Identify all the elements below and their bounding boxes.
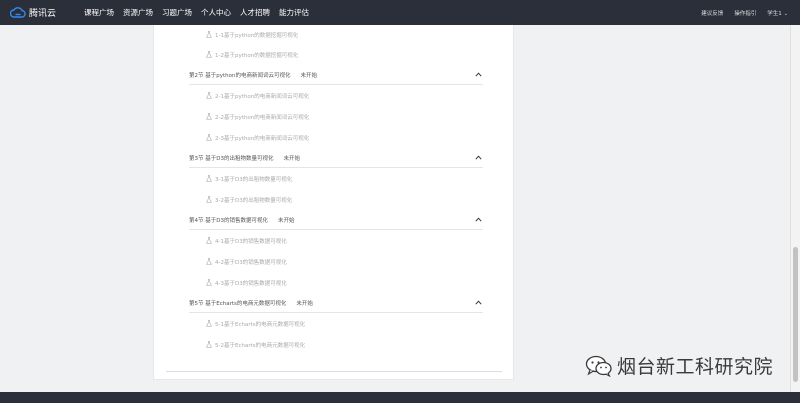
chapter-status: 未开始	[300, 72, 318, 79]
lesson-item[interactable]: 3-1基于D3的出租物数量可视化	[206, 168, 513, 189]
chapter-title: 第3节 基于D3的出租物数量可视化	[189, 155, 274, 162]
lesson-item[interactable]: 4-3基于D3的销售数据可视化	[206, 272, 513, 293]
chapter-title: 第2节 基于python的电商新闻词云可视化	[189, 72, 291, 79]
flask-icon	[206, 31, 212, 38]
chevron-up-icon[interactable]	[473, 70, 483, 80]
flask-icon	[206, 341, 212, 348]
lesson-label: 4-1基于D3的销售数据可视化	[215, 238, 287, 245]
chapter-header[interactable]: 第3节 基于D3的出租物数量可视化 未开始	[189, 148, 483, 168]
chapter-title: 第5节 基于Echarts的电商元数据可视化	[189, 300, 287, 307]
chapter-3: 第3节 基于D3的出租物数量可视化 未开始 3-1基于D3的出租物数量可视化 3…	[154, 148, 513, 210]
flask-icon	[206, 237, 212, 244]
chevron-up-icon[interactable]	[473, 215, 483, 225]
flask-icon	[206, 113, 212, 120]
lesson-label: 1-2基于python的数据挖掘可视化	[215, 52, 299, 59]
flask-icon	[206, 258, 212, 265]
nav-resource-plaza[interactable]: 资源广场	[123, 7, 153, 18]
flask-icon	[206, 320, 212, 327]
lesson-item[interactable]: 4-1基于D3的销售数据可视化	[206, 230, 513, 251]
lesson-label: 1-1基于python的数据挖掘可视化	[215, 32, 299, 39]
top-nav-bar: 腾讯云 课程广场 资源广场 习题广场 个人中心 人才招聘 能力评估 建议反馈 操…	[0, 0, 800, 25]
lesson-label: 2-3基于python的电商新闻词云可视化	[215, 135, 310, 142]
flask-icon	[206, 196, 212, 203]
chapter-4: 第4节 基于D3的销售数据可视化 未开始 4-1基于D3的销售数据可视化 4-2…	[154, 210, 513, 293]
chapter-title: 第4节 基于D3的销售数据可视化	[189, 217, 268, 224]
nav-talent-recruitment[interactable]: 人才招聘	[240, 7, 270, 18]
list-end-divider	[166, 371, 502, 372]
lesson-item[interactable]: 2-1基于python的电商新闻词云可视化	[206, 85, 513, 106]
chapter-status: 未开始	[296, 300, 313, 307]
lesson-label: 2-2基于python的电商新闻词云可视化	[215, 114, 310, 121]
wechat-icon	[585, 355, 612, 377]
lesson-item[interactable]: 2-2基于python的电商新闻词云可视化	[206, 106, 513, 127]
flask-icon	[206, 92, 212, 99]
watermark: 烟台新工科研究院	[585, 352, 773, 379]
lesson-item[interactable]: 4-2基于D3的销售数据可视化	[206, 251, 513, 272]
feedback-link[interactable]: 建议反馈	[701, 9, 723, 17]
chevron-down-icon: ⌄	[783, 10, 788, 17]
chapter-status: 未开始	[277, 217, 295, 224]
lesson-item[interactable]: 3-2基于D3的出租物数量可视化	[206, 189, 513, 210]
lesson-item[interactable]: 1-2基于python的数据挖掘可视化	[206, 44, 513, 65]
chapter-status: 未开始	[283, 155, 300, 162]
lesson-label: 5-1基于Echarts的电商元数据可视化	[215, 321, 306, 328]
user-menu[interactable]: 学生1 ⌄	[767, 9, 788, 17]
nav-ability-assessment[interactable]: 能力评估	[279, 7, 309, 18]
chevron-up-icon[interactable]	[473, 298, 483, 308]
lesson-label: 4-3基于D3的销售数据可视化	[215, 280, 287, 287]
lesson-item[interactable]: 5-1基于Echarts的电商元数据可视化	[206, 313, 513, 334]
logo-text: 腾讯云	[29, 9, 57, 19]
flask-icon	[206, 175, 212, 182]
chapter-header[interactable]: 第4节 基于D3的销售数据可视化 未开始	[189, 210, 483, 230]
guide-link[interactable]: 操作指引	[734, 9, 756, 17]
chapter-5: 第5节 基于Echarts的电商元数据可视化 未开始 5-1基于Echarts的…	[154, 293, 513, 355]
lesson-item[interactable]: 2-3基于python的电商新闻词云可视化	[206, 127, 513, 148]
flask-icon	[206, 279, 212, 286]
lesson-label: 3-1基于D3的出租物数量可视化	[215, 176, 293, 183]
chevron-up-icon[interactable]	[473, 153, 483, 163]
watermark-text: 烟台新工科研究院	[617, 356, 774, 378]
user-name: 学生1	[767, 10, 782, 17]
lesson-item[interactable]: 5-2基于Echarts的电商元数据可视化	[206, 334, 513, 355]
page-footer	[0, 392, 800, 403]
lesson-label: 4-2基于D3的销售数据可视化	[215, 259, 287, 266]
lesson-item[interactable]: 1-1基于python的数据挖掘可视化	[206, 25, 513, 44]
chapter-2: 第2节 基于python的电商新闻词云可视化 未开始 2-1基于python的电…	[154, 65, 513, 148]
scrollbar-thumb[interactable]	[793, 247, 798, 382]
page-scrollbar[interactable]	[790, 25, 800, 392]
course-chapter-list: 1-1基于python的数据挖掘可视化 1-2基于python的数据挖掘可视化 …	[153, 25, 514, 380]
nav-course-plaza[interactable]: 课程广场	[84, 7, 114, 18]
flask-icon	[206, 134, 212, 141]
chapter-header[interactable]: 第2节 基于python的电商新闻词云可视化 未开始	[189, 65, 483, 85]
cloud-icon	[10, 7, 26, 18]
header-right: 建议反馈 操作指引 学生1 ⌄	[690, 0, 788, 25]
nav-exercise-plaza[interactable]: 习题广场	[162, 7, 192, 18]
main-nav: 课程广场 资源广场 习题广场 个人中心 人才招聘 能力评估	[84, 7, 318, 18]
nav-personal-center[interactable]: 个人中心	[201, 7, 231, 18]
lesson-label: 5-2基于Echarts的电商元数据可视化	[215, 342, 306, 349]
chapter-header[interactable]: 第5节 基于Echarts的电商元数据可视化 未开始	[189, 293, 483, 313]
lesson-label: 3-2基于D3的出租物数量可视化	[215, 197, 293, 204]
logo[interactable]: 腾讯云	[10, 6, 68, 19]
flask-icon	[206, 51, 212, 58]
lesson-label: 2-1基于python的电商新闻词云可视化	[215, 93, 310, 100]
